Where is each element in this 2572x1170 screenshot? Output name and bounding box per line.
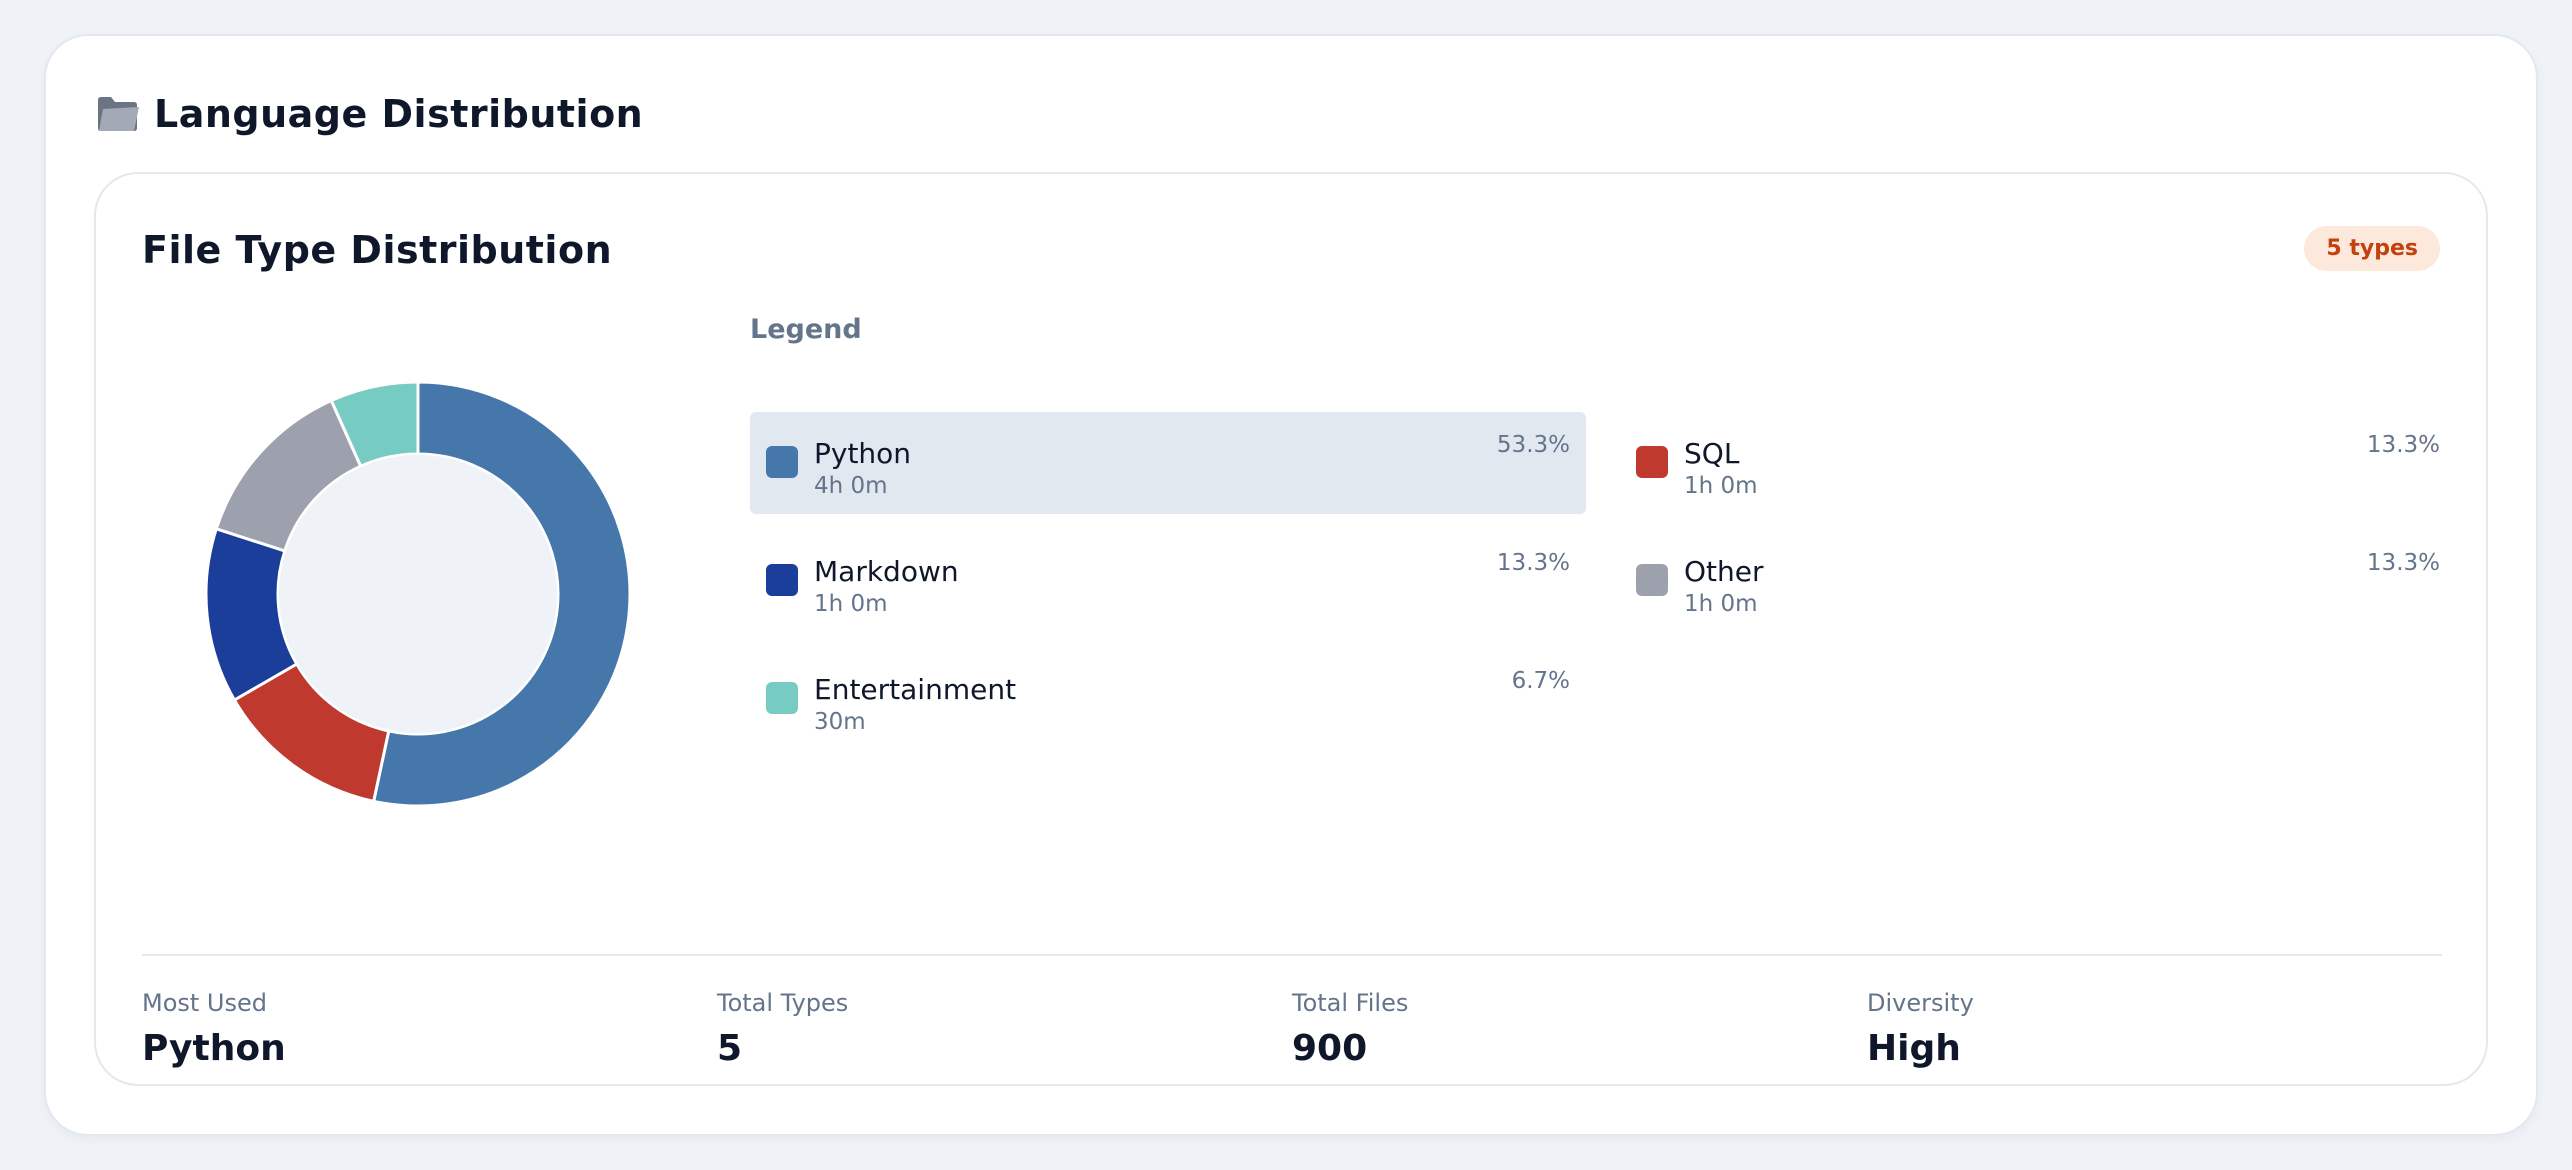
legend-item-percent: 6.7% bbox=[1511, 668, 1570, 694]
summary-stats: Most Used Python Total Types 5 Total Fil… bbox=[142, 988, 2442, 1074]
legend-item-percent: 13.3% bbox=[1496, 550, 1570, 576]
stat-label: Diversity bbox=[1867, 989, 1974, 1017]
stat-most-used: Most Used Python bbox=[142, 988, 717, 1074]
legend-item-time: 1h 0m bbox=[814, 591, 888, 617]
legend-item-time: 30m bbox=[814, 709, 866, 735]
legend-swatch bbox=[766, 682, 798, 714]
card-title: File Type Distribution bbox=[142, 228, 613, 272]
section-title: Language Distribution bbox=[154, 92, 644, 136]
legend-swatch bbox=[1636, 564, 1668, 596]
legend-item-markdown[interactable]: Markdown 1h 0m 13.3% bbox=[750, 530, 1586, 632]
stat-diversity: Diversity High bbox=[1867, 988, 2442, 1074]
types-count-badge: 5 types bbox=[2304, 226, 2440, 271]
donut-hole bbox=[279, 455, 557, 733]
legend-swatch bbox=[1636, 446, 1668, 478]
stat-value: High bbox=[1867, 1028, 1961, 1069]
legend-item-name: Markdown bbox=[814, 555, 959, 588]
legend-item-percent: 53.3% bbox=[1496, 432, 1570, 458]
language-distribution-panel: Language Distribution File Type Distribu… bbox=[44, 34, 2538, 1136]
legend: Python 4h 0m 53.3% SQL 1h 0m 13.3% Markd… bbox=[750, 412, 2456, 750]
legend-item-name: Other bbox=[1684, 555, 1764, 588]
stat-label: Total Files bbox=[1292, 989, 1409, 1017]
stat-value: 900 bbox=[1292, 1028, 1368, 1069]
section-header: Language Distribution bbox=[96, 92, 643, 136]
legend-swatch bbox=[766, 446, 798, 478]
legend-item-other[interactable]: Other 1h 0m 13.3% bbox=[1620, 530, 2456, 632]
legend-item-time: 1h 0m bbox=[1684, 473, 1758, 499]
stat-total-files: Total Files 900 bbox=[1292, 988, 1867, 1074]
stat-value: Python bbox=[142, 1028, 286, 1069]
legend-swatch bbox=[766, 564, 798, 596]
legend-item-name: Entertainment bbox=[814, 673, 1017, 706]
legend-item-time: 4h 0m bbox=[814, 473, 888, 499]
legend-item-entertainment[interactable]: Entertainment 30m 6.7% bbox=[750, 648, 1586, 750]
folder-icon bbox=[96, 94, 140, 134]
file-type-distribution-card: File Type Distribution 5 types Legend Py… bbox=[94, 172, 2488, 1086]
legend-title: Legend bbox=[750, 314, 862, 345]
legend-item-percent: 13.3% bbox=[2366, 550, 2440, 576]
stat-label: Total Types bbox=[717, 989, 849, 1017]
stat-total-types: Total Types 5 bbox=[717, 988, 1292, 1074]
legend-item-python[interactable]: Python 4h 0m 53.3% bbox=[750, 412, 1586, 514]
legend-item-time: 1h 0m bbox=[1684, 591, 1758, 617]
donut-chart bbox=[204, 380, 632, 808]
stat-label: Most Used bbox=[142, 989, 268, 1017]
legend-item-sql[interactable]: SQL 1h 0m 13.3% bbox=[1620, 412, 2456, 514]
legend-item-name: SQL bbox=[1684, 437, 1740, 470]
legend-item-percent: 13.3% bbox=[2366, 432, 2440, 458]
divider bbox=[142, 954, 2442, 956]
legend-item-name: Python bbox=[814, 437, 912, 470]
stat-value: 5 bbox=[717, 1028, 743, 1069]
